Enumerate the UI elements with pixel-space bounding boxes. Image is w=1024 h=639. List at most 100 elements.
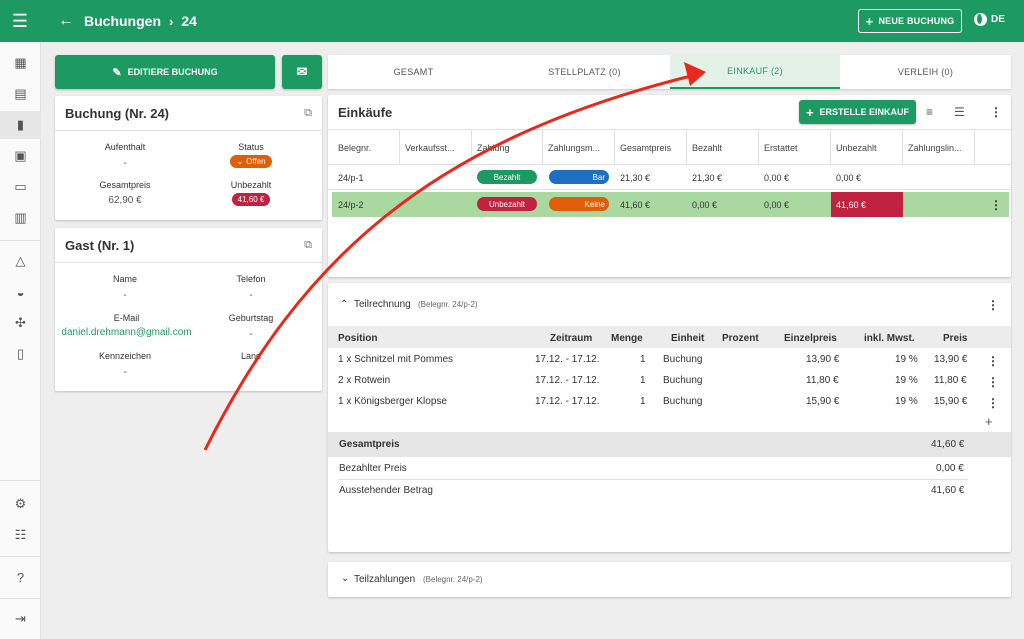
more-vert-icon[interactable]: ⋮ <box>987 299 999 311</box>
basket-icon[interactable]: ◒ <box>0 278 41 306</box>
user-settings-icon[interactable]: ⚙ <box>0 490 41 518</box>
contacts-icon[interactable]: ▣ <box>0 142 41 170</box>
sidebar-divider <box>0 480 41 481</box>
columns-icon[interactable]: ☰ <box>954 105 965 119</box>
credit-card-icon[interactable]: ▭ <box>0 173 41 201</box>
guest-name-label: Name <box>112 274 137 284</box>
puzzle-icon[interactable]: ✣ <box>0 309 41 337</box>
plus-icon: + <box>865 13 874 29</box>
email-button[interactable]: ✉ <box>282 55 322 89</box>
payment-status-badge: Unbezahlt <box>477 197 537 211</box>
column-header-unpaid[interactable]: Unbezahlt <box>836 143 900 153</box>
row-more-vert-icon[interactable]: ⋮ <box>987 376 999 388</box>
open-external-icon[interactable]: ⧉ <box>304 107 312 120</box>
column-header-payment[interactable]: Zahlung <box>477 143 541 153</box>
menu-icon[interactable]: ☰ <box>0 0 40 42</box>
country-label: Land <box>240 351 262 361</box>
pencil-icon: ✎ <box>112 66 122 79</box>
bookings-icon[interactable]: ▮ <box>0 111 41 139</box>
chevron-up-icon[interactable]: ⌃ <box>340 299 348 310</box>
language-switch[interactable]: DE <box>974 13 1005 26</box>
new-booking-button[interactable]: + NEUE BUCHUNG <box>858 9 962 33</box>
partial-payments-card[interactable]: ⌄ Teilzahlungen (Belegnr. 24/p-2) <box>328 562 1011 597</box>
filter-icon[interactable]: ≡ <box>926 105 933 119</box>
row-more-vert-icon[interactable]: ⋮ <box>987 355 999 367</box>
stay-label: Aufenthalt <box>104 142 146 152</box>
table-row[interactable]: 24/p-1 Bezahlt Bar 21,30 € 21,30 € 0,00 … <box>328 165 1011 189</box>
column-header-payment-link[interactable]: Zahlungslin... <box>908 143 972 153</box>
invoice-total-value: 41,60 € <box>931 439 965 450</box>
create-purchase-button[interactable]: + ERSTELLE EINKAUF <box>799 100 916 124</box>
plate-label: Kennzeichen <box>98 351 152 361</box>
help-icon[interactable]: ? <box>0 563 41 591</box>
row-paid: 21,30 € <box>692 173 723 183</box>
mail-icon: ✉ <box>296 64 308 79</box>
column-header-receipt[interactable]: Belegnr. <box>338 143 398 153</box>
tab-gesamt[interactable]: GESAMT <box>328 55 499 89</box>
table-row-selected[interactable]: 24/p-2 Unbezahlt Keine 41,60 € 0,00 € 0,… <box>332 192 1009 217</box>
dashboard-icon[interactable]: ▦ <box>0 49 41 77</box>
col-vat: inkl. Mwst. <box>864 333 915 344</box>
email-field: E-Mail daniel.drehmann@gmail.com <box>59 313 194 338</box>
column-header-paid[interactable]: Bezahlt <box>692 143 756 153</box>
drink-icon[interactable]: ▯ <box>0 340 41 368</box>
tab-verleih[interactable]: VERLEIH (0) <box>840 55 1011 89</box>
summary-divider <box>338 479 968 480</box>
invoice-total-row: Gesamtpreis 41,60 € <box>328 432 1011 457</box>
status-badge-label: Offen <box>246 157 266 166</box>
chevron-down-icon[interactable]: ⌄ <box>341 573 349 584</box>
partial-payments-title[interactable]: Teilzahlungen <box>354 574 415 585</box>
back-arrow-icon[interactable]: ← <box>58 12 74 30</box>
item-position: 2 x Rotwein <box>338 375 391 386</box>
row-more-vert-icon[interactable]: ⋮ <box>990 199 1002 211</box>
group-icon[interactable]: ☷ <box>0 521 41 549</box>
guest-card-title: Gast (Nr. 1) <box>65 238 135 253</box>
partial-invoice-title[interactable]: Teilrechnung <box>354 299 411 310</box>
plus-icon: + <box>805 104 814 120</box>
unpaid-field: Unbezahlt 41,60 € <box>201 180 301 206</box>
column-separator <box>471 129 472 164</box>
row-total: 41,60 € <box>620 200 651 210</box>
row-receipt: 24/p-2 <box>338 200 364 210</box>
col-period: Zeitraum <box>550 333 593 344</box>
item-unit: Buchung <box>663 396 703 407</box>
paid-price-value: 0,00 € <box>936 463 964 474</box>
item-price: 15,90 € <box>934 396 968 407</box>
email-link[interactable]: daniel.drehmann@gmail.com <box>59 327 194 338</box>
column-header-sales-point[interactable]: Verkaufsst... <box>405 143 469 153</box>
column-header-payment-method[interactable]: Zahlungsm... <box>548 143 612 153</box>
birthday-field: Geburtstag - <box>201 313 301 340</box>
item-price: 13,90 € <box>934 354 968 365</box>
breadcrumb-bookings[interactable]: Buchungen <box>84 13 161 29</box>
table-header-top-divider <box>328 129 1011 130</box>
guest-name-value: - <box>123 290 127 301</box>
status-badge[interactable]: ⌄ Offen <box>230 155 272 168</box>
open-external-icon[interactable]: ⧉ <box>304 239 312 252</box>
logout-icon[interactable]: ⇥ <box>0 605 41 633</box>
row-total: 21,30 € <box>620 173 651 183</box>
country-field: Land <box>201 351 301 361</box>
edit-booking-button[interactable]: ✎ EDITIERE BUCHUNG <box>55 55 275 89</box>
status-label: Status <box>238 142 264 152</box>
register-icon[interactable]: ▥ <box>0 204 41 232</box>
column-header-refunded[interactable]: Erstattet <box>764 143 828 153</box>
partial-invoice-card: ⌃ Teilrechnung (Belegnr. 24/p-2) ⋮ Posit… <box>328 283 1011 552</box>
column-header-total[interactable]: Gesamtpreis <box>620 143 684 153</box>
invoice-row: 1 x Schnitzel mit Pommes 17.12. - 17.12.… <box>328 351 1011 372</box>
item-qty: 1 <box>640 375 646 386</box>
invoice-row: 2 x Rotwein 17.12. - 17.12. 1 Buchung 11… <box>328 372 1011 393</box>
item-vat: 19 % <box>895 396 918 407</box>
col-percent: Prozent <box>722 333 759 344</box>
calendar-icon[interactable]: ▤ <box>0 80 41 108</box>
purchases-title: Einkäufe <box>338 105 393 120</box>
tab-einkauf[interactable]: EINKAUF (2) <box>670 55 840 89</box>
tab-stellplatz[interactable]: STELLPLATZ (0) <box>499 55 670 89</box>
add-position-icon[interactable]: + <box>985 414 993 429</box>
more-vert-icon[interactable]: ⋮ <box>990 106 1002 118</box>
col-price: Preis <box>943 333 968 344</box>
tent-icon[interactable]: △ <box>0 247 41 275</box>
row-receipt: 24/p-1 <box>338 173 364 183</box>
total-value: 62,90 € <box>108 195 142 206</box>
payment-status-badge: Bezahlt <box>477 170 537 184</box>
row-more-vert-icon[interactable]: ⋮ <box>987 397 999 409</box>
